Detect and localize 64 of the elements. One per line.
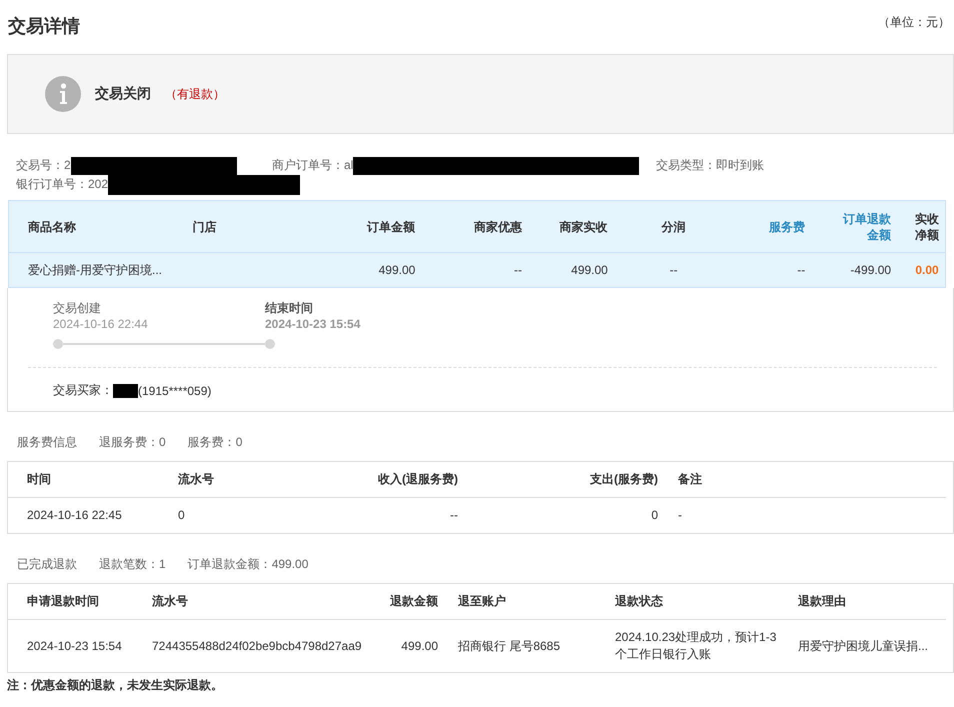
status-note: （有退款） <box>165 86 225 102</box>
column-header: 退款金额 <box>389 593 439 610</box>
table-cell: 499.00 <box>571 263 608 277</box>
summary-text: 订单退款金额：499.00 <box>188 556 308 573</box>
column-header: 分润 <box>660 218 687 234</box>
step-dot <box>53 339 63 349</box>
table-cell: -499.00 <box>850 263 892 277</box>
table-cell: - <box>678 508 682 522</box>
buyer-phone: (1915****059) <box>138 384 212 398</box>
column-header: 商家实收 <box>558 218 609 234</box>
step-time: 2024-10-16 22:44 <box>53 316 149 332</box>
table-cell: -- <box>670 263 678 277</box>
column-header: 订单退款金额 <box>842 210 892 242</box>
redaction-bar <box>113 384 138 398</box>
column-header: 实收净额 <box>914 210 940 242</box>
buyer-label: 交易买家： <box>53 382 113 399</box>
column-header: 服务费 <box>768 218 806 234</box>
unit-label: （单位：元） <box>878 14 950 31</box>
column-header: 订单金额 <box>366 218 416 234</box>
column-header: 申请退款时间 <box>26 593 100 610</box>
table-cell: 499.00 <box>378 263 416 277</box>
summary-text: 已完成退款 <box>17 556 77 573</box>
merchant-order-label: 商户订单号：al <box>272 157 354 174</box>
summary-text: 服务费：0 <box>188 434 242 451</box>
column-header: 门店 <box>192 218 218 234</box>
table-cell: 2024-10-23 15:54 <box>27 638 122 652</box>
table-cell: 2024.10.23处理成功，预计1-3个工作日银行入账 <box>615 630 776 661</box>
trade-type-label: 交易类型：即时到账 <box>656 157 764 174</box>
step-time: 2024-10-23 15:54 <box>265 316 362 332</box>
table-cell: 0 <box>651 508 658 522</box>
table-cell: -- <box>450 508 458 522</box>
table-cell: 0.00 <box>915 263 939 277</box>
column-header: 流水号 <box>151 593 189 610</box>
table-cell: -- <box>797 263 806 277</box>
footnote: 注：优惠金额的退款，未发生实际退款。 <box>6 677 224 694</box>
column-header: 退款状态 <box>614 593 664 610</box>
table-cell: -- <box>514 263 522 277</box>
column-header: 商品名称 <box>27 218 77 234</box>
column-header: 商家优惠 <box>472 218 523 234</box>
bank-order-label: 银行订单号：202 <box>16 176 108 193</box>
step-label: 交易创建 <box>53 300 102 316</box>
info-icon <box>45 76 81 112</box>
column-header: 收入(退服务费) <box>377 471 459 488</box>
table-cell: 2024-10-16 22:45 <box>27 508 122 522</box>
table-cell: 用爱守护困境儿童误捐... <box>798 638 928 652</box>
table-cell: 499.00 <box>401 638 438 652</box>
column-header: 退至账户 <box>457 593 507 610</box>
table-cell: 0 <box>178 508 185 522</box>
table-cell: 7244355488d24f02be9bcb4798d27aa9 <box>152 638 362 652</box>
column-header: 支出(服务费) <box>589 471 659 488</box>
page-title: 交易详情 <box>8 15 80 38</box>
column-header: 备注 <box>677 471 703 488</box>
column-header: 流水号 <box>177 471 215 488</box>
summary-text: 退款笔数：1 <box>99 556 166 573</box>
column-header: 退款理由 <box>797 593 847 610</box>
summary-text: 服务费信息 <box>17 434 77 451</box>
column-header: 时间 <box>26 471 52 488</box>
step-dot <box>265 339 275 349</box>
trade-number-label: 交易号：2 <box>16 157 71 174</box>
table-cell: 爱心捐赠-用爱守护困境... <box>28 263 162 277</box>
step-label: 结束时间 <box>265 300 314 316</box>
status-title: 交易关闭 <box>95 85 151 103</box>
table-cell: 招商银行 尾号8685 <box>458 638 560 652</box>
summary-text: 退服务费：0 <box>99 434 166 451</box>
